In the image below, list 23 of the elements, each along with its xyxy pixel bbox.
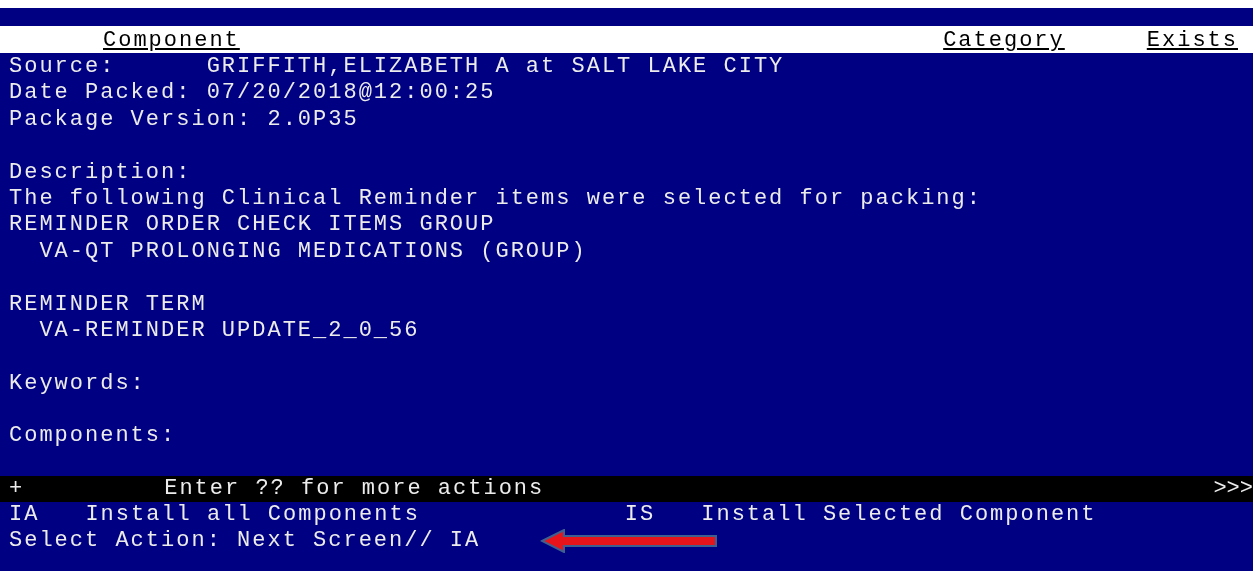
column-header: Component [103,29,240,53]
terminal-line: REMINDER TERM [9,291,208,318]
action-hint: Enter ?? for more actions [164,475,545,502]
action-code: IA [9,501,40,529]
action-code: IS [624,501,656,529]
terminal-line: Keywords: [9,370,147,398]
left-arrow-icon [540,529,719,554]
terminal-line: The following Clinical Reminder items were selected for packing: [9,185,983,213]
command-prompt[interactable]: Select Action: Next Screen// IA [9,528,481,555]
terminal-line: Package Version: 2.0P35 [9,106,360,134]
column-header: Category [943,29,1065,53]
terminal-line: Source: GRIFFITH,ELIZABETH A at SALT LAKE CITY [9,54,786,81]
terminal-line: Description: [9,159,193,186]
terminal-line: Date Packed: 07/20/2018@12:00:25 [9,80,497,107]
column-header: Exists [1146,29,1238,53]
action-label: Install all Components [85,501,420,529]
terminal-line: VA-QT PROLONGING MEDICATIONS (GROUP) [38,238,588,266]
more-indicator: >>> [1213,475,1253,502]
terminal-line: Components: [9,423,178,450]
terminal-line: REMINDER ORDER CHECK ITEMS GROUP [9,212,497,239]
more-marker: + [9,475,25,502]
terminal-line: VA-REMINDER UPDATE_2_0_56 [38,317,421,345]
action-label: Install Selected Component [701,501,1097,529]
